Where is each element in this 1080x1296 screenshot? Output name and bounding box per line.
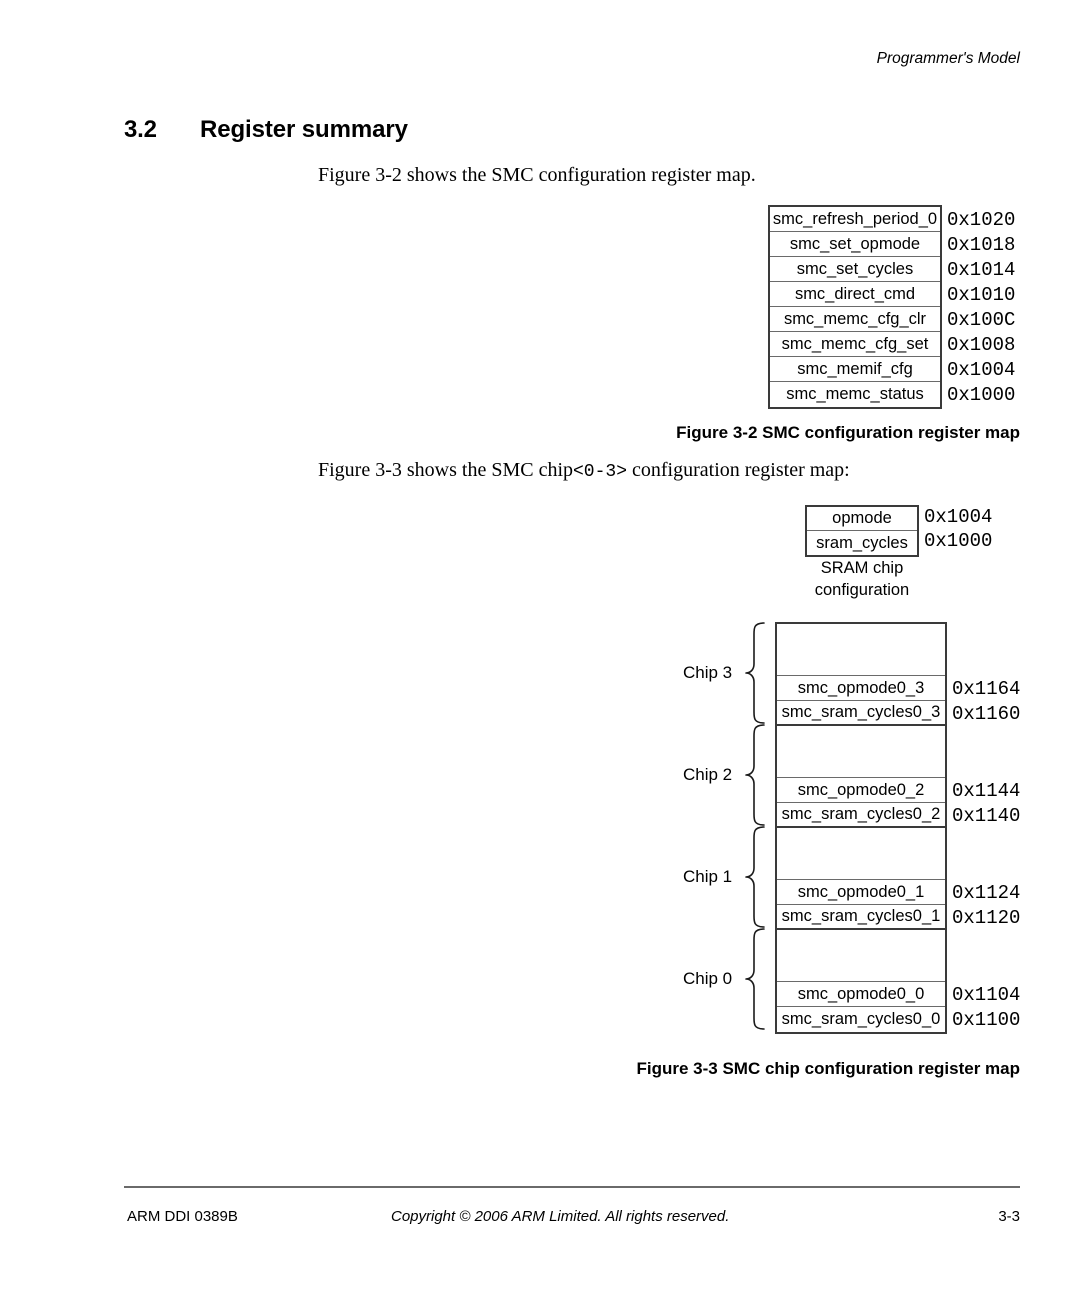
footer-copyright: Copyright © 2006 ARM Limited. All rights… [391, 1208, 730, 1225]
sram-chip-config-box: opmode sram_cycles [805, 505, 919, 557]
register-name: smc_memc_cfg_set [781, 334, 929, 353]
register-name: smc_opmode0_0 [797, 984, 925, 1003]
figure-3-chip-register-stack: smc_opmode0_3 smc_sram_cycles0_3 smc_opmod… [775, 622, 947, 1034]
register-row: smc_opmode0_1 [777, 880, 945, 905]
register-row: smc_set_cycles [770, 257, 940, 282]
register-row: smc_memc_cfg_set [770, 332, 940, 357]
running-header: Programmer's Model [876, 50, 1020, 67]
register-address: 0x1140 [952, 805, 1021, 827]
register-name: smc_sram_cycles0_3 [781, 703, 941, 722]
register-row: sram_cycles [807, 531, 917, 555]
register-row: smc_direct_cmd [770, 282, 940, 307]
register-row: smc_memc_status [770, 382, 940, 407]
register-address: 0x1020 [947, 209, 1016, 231]
sram-config-label-line2: configuration [814, 581, 910, 600]
register-name: smc_memc_cfg_clr [783, 309, 927, 328]
chip-label: Chip 1 [683, 867, 733, 886]
register-address: 0x100C [947, 309, 1016, 331]
register-name: smc_set_opmode [789, 234, 921, 253]
register-address: 0x1018 [947, 234, 1016, 256]
register-row: smc_sram_cycles0_1 [777, 905, 945, 930]
register-name: smc_opmode0_3 [797, 678, 925, 697]
document-page: Programmer's Model 3.2 Register summary … [0, 0, 1080, 1296]
register-row: opmode [807, 507, 917, 531]
register-row: smc_opmode0_0 [777, 982, 945, 1007]
chip-grouping-brace [744, 928, 766, 1030]
register-address: 0x1104 [952, 984, 1021, 1006]
register-address: 0x1000 [924, 530, 993, 552]
register-name: opmode [832, 509, 892, 528]
register-address: 0x1124 [952, 882, 1021, 904]
register-address: 0x1120 [952, 907, 1021, 929]
register-address: 0x1160 [952, 703, 1021, 725]
register-row [777, 624, 945, 676]
paragraph-text-after: configuration register map: [627, 459, 850, 481]
register-name: smc_opmode0_2 [797, 780, 925, 799]
register-name: smc_set_cycles [796, 259, 914, 278]
register-address: 0x1000 [947, 384, 1016, 406]
chip-grouping-brace [744, 826, 766, 928]
register-name: smc_memif_cfg [797, 359, 913, 378]
footer-divider [124, 1186, 1020, 1188]
register-name: smc_memc_status [786, 385, 924, 404]
register-row: smc_memif_cfg [770, 357, 940, 382]
page-title: Register summary [200, 116, 408, 143]
paragraph-figure-3-intro: Figure 3-3 shows the SMC chip<0-3> confi… [318, 458, 850, 484]
register-address: 0x1100 [952, 1009, 1021, 1031]
register-row: smc_opmode0_3 [777, 676, 945, 701]
register-name: smc_sram_cycles0_1 [781, 907, 941, 926]
register-row: smc_sram_cycles0_2 [777, 803, 945, 828]
register-row: smc_opmode0_2 [777, 778, 945, 803]
register-name: smc_sram_cycles0_0 [781, 1010, 941, 1029]
register-row [777, 930, 945, 982]
register-row: smc_sram_cycles0_3 [777, 701, 945, 726]
register-address: 0x1164 [952, 678, 1021, 700]
register-name: sram_cycles [816, 533, 908, 552]
chip-label: Chip 0 [683, 969, 733, 988]
footer-page-number: 3-3 [998, 1208, 1020, 1225]
register-name: smc_refresh_period_0 [772, 209, 938, 228]
register-address: 0x1004 [947, 359, 1016, 381]
register-address: 0x1144 [952, 780, 1021, 802]
chip-grouping-brace [744, 622, 766, 724]
chip-label: Chip 2 [683, 765, 733, 784]
section-number: 3.2 [124, 116, 157, 143]
footer-doc-id: ARM DDI 0389B [127, 1208, 238, 1225]
chip-range-code: <0-3> [573, 462, 628, 482]
register-name: smc_sram_cycles0_2 [781, 805, 941, 824]
paragraph-text-before: Figure 3-3 shows the SMC chip [318, 459, 573, 481]
register-address: 0x1004 [924, 506, 993, 528]
sram-config-label: SRAM chip configuration [805, 557, 919, 602]
chip-label: Chip 3 [683, 663, 733, 682]
register-row [777, 828, 945, 880]
register-row: smc_memc_cfg_clr [770, 307, 940, 332]
chip-grouping-brace [744, 724, 766, 826]
register-row [777, 726, 945, 778]
register-address: 0x1008 [947, 334, 1016, 356]
figure-2-register-map: smc_refresh_period_0 smc_set_opmode smc_se… [768, 205, 942, 409]
register-row: smc_refresh_period_0 [770, 207, 940, 232]
paragraph-figure-2-intro: Figure 3-2 shows the SMC configuration r… [318, 164, 756, 186]
register-name: smc_direct_cmd [794, 284, 916, 303]
sram-config-label-line1: SRAM chip [820, 559, 904, 577]
register-address: 0x1014 [947, 259, 1016, 281]
figure-3-caption: Figure 3-3 SMC chip configuration regist… [636, 1059, 1021, 1078]
register-row: smc_set_opmode [770, 232, 940, 257]
register-name: smc_opmode0_1 [797, 882, 925, 901]
figure-2-caption: Figure 3-2 SMC configuration register ma… [676, 423, 1020, 442]
register-address: 0x1010 [947, 284, 1016, 306]
register-row: smc_sram_cycles0_0 [777, 1007, 945, 1032]
